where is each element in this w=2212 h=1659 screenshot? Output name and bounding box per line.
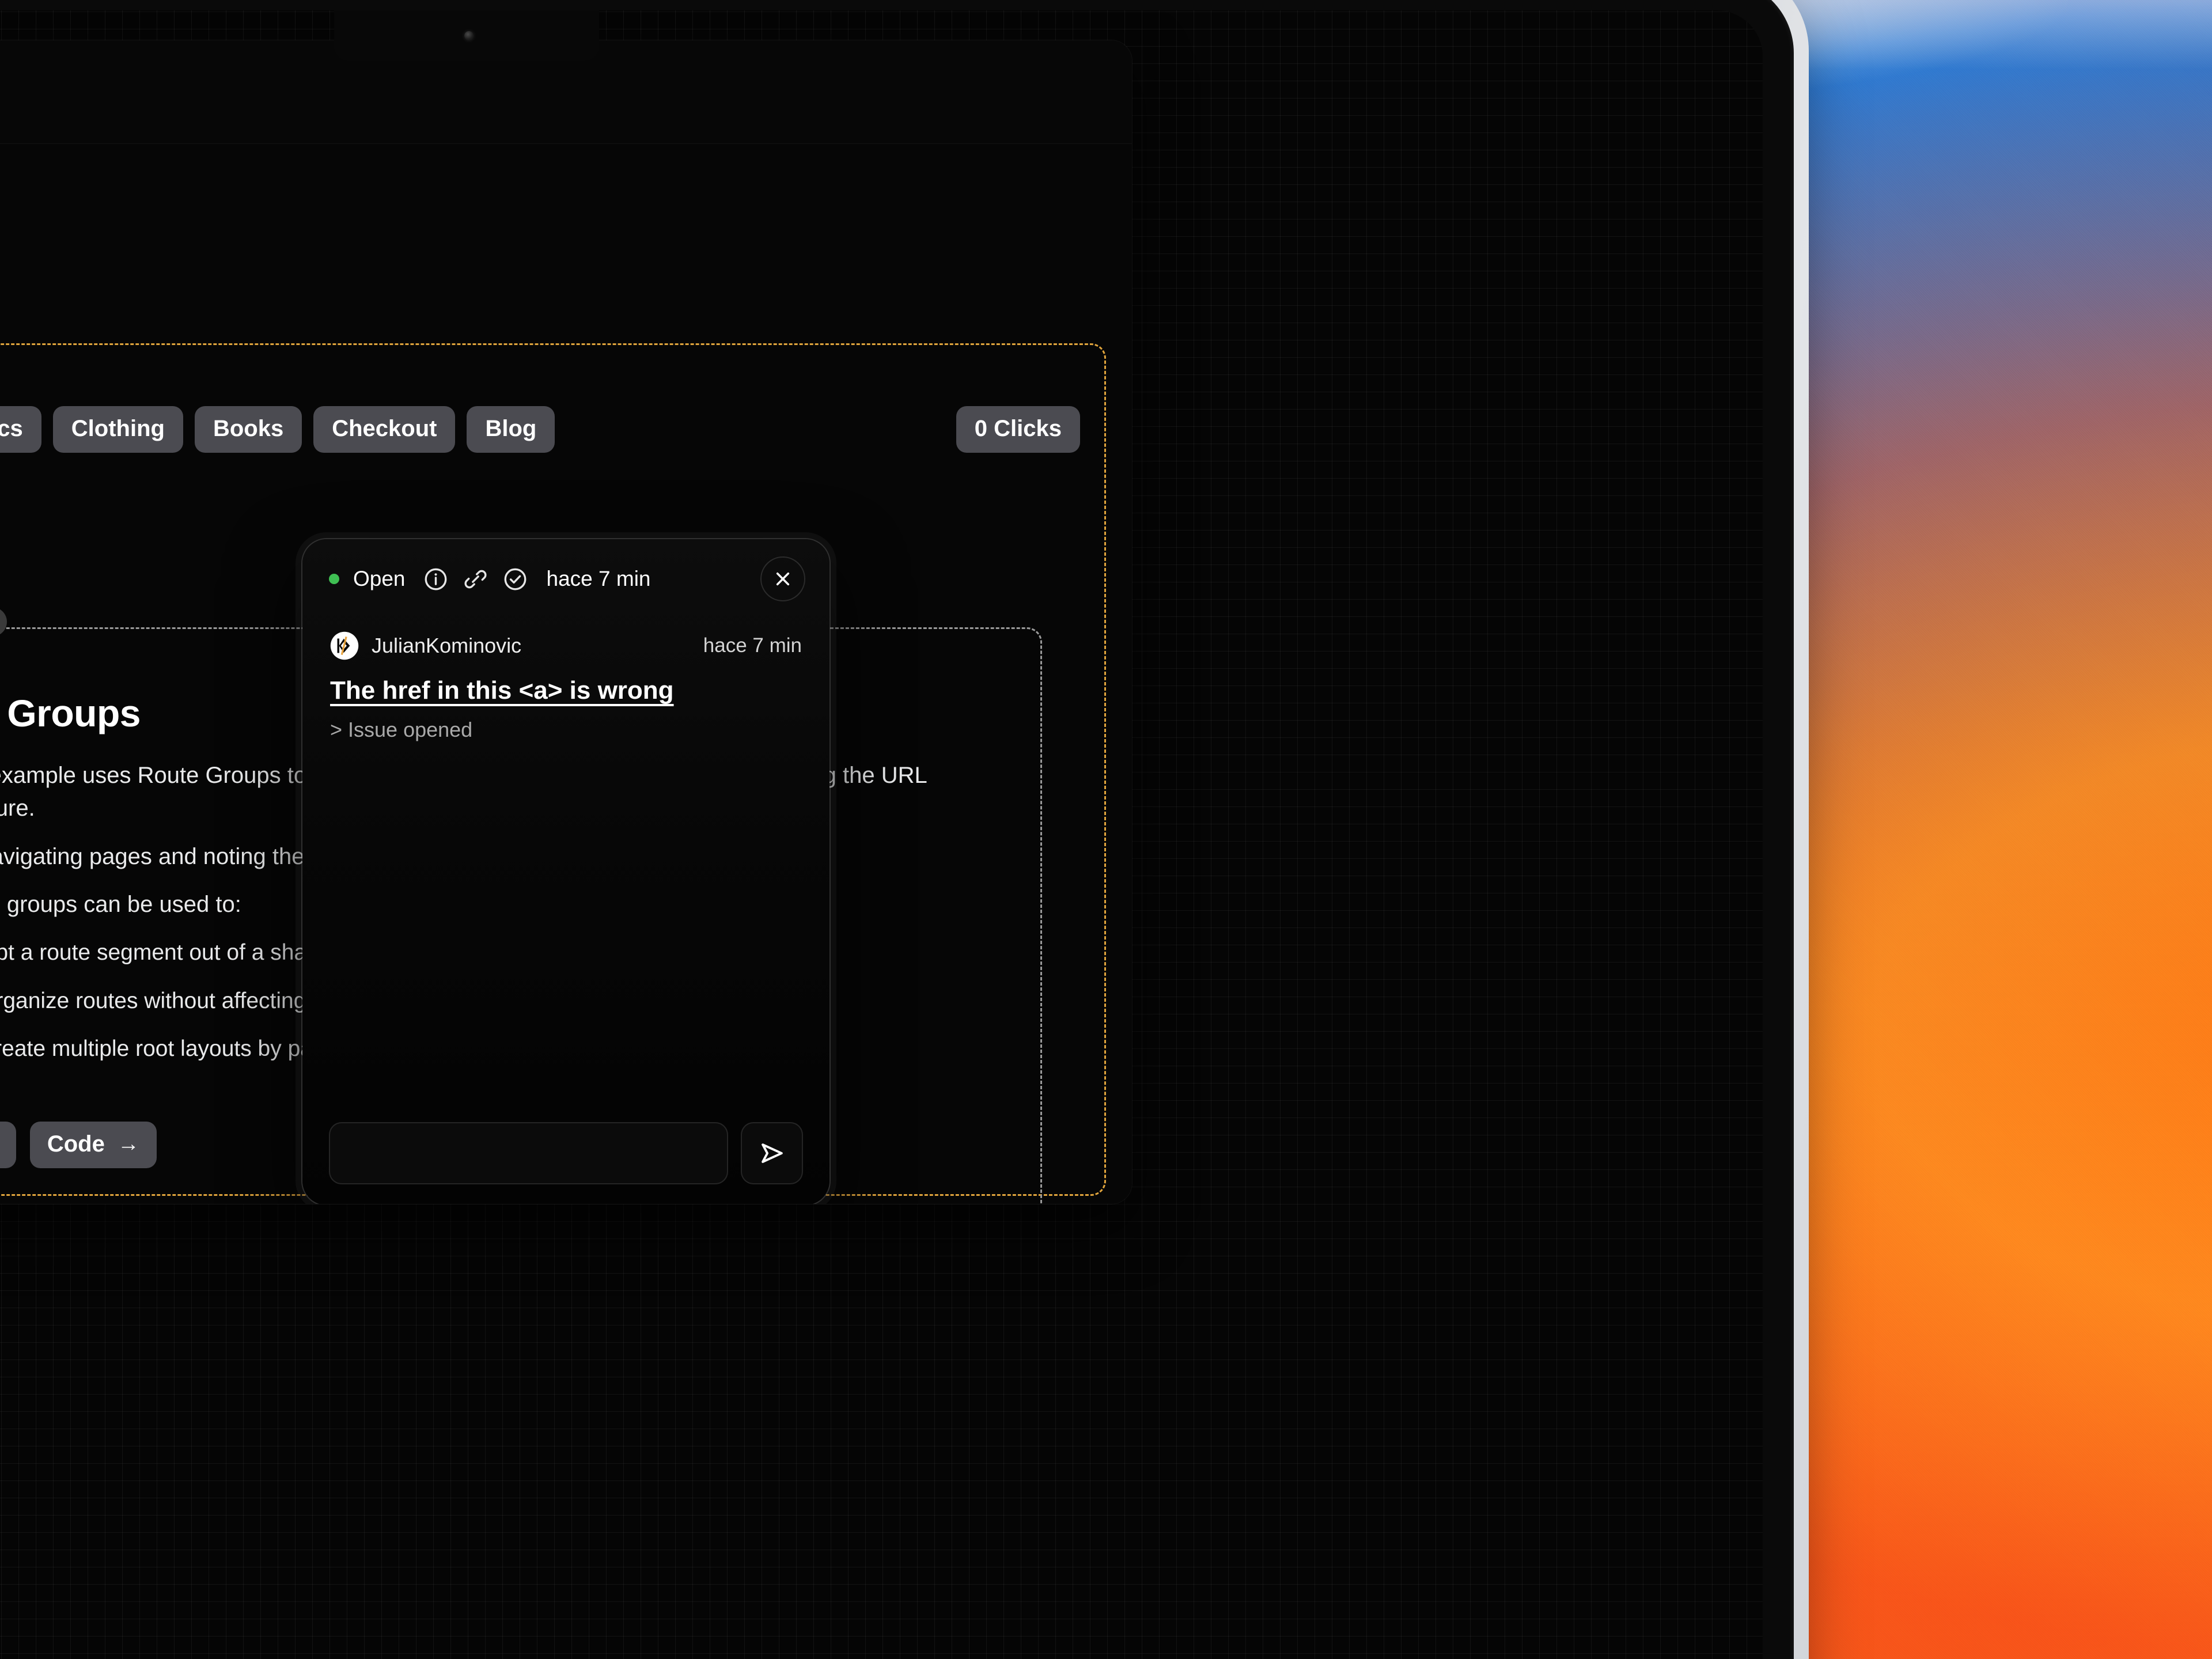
nav-item-books[interactable]: Books (194, 406, 302, 453)
browser-window: acme.com / MAIN LAYOUT Home Electronics … (0, 40, 1132, 1204)
close-icon (776, 572, 790, 586)
nav-item-clothing[interactable]: Clothing (52, 406, 183, 453)
primary-nav: Home Electronics Clothing Books Checkout… (0, 406, 1080, 453)
arrow-right-icon: → (117, 1132, 139, 1156)
status-dot-icon (329, 574, 339, 584)
comment-meta: > Issue opened (330, 718, 473, 741)
code-button-label: Code (47, 1131, 105, 1157)
comment-popup-header: Open hace 7 min (302, 539, 830, 619)
link-icon[interactable] (463, 566, 488, 592)
nav-item-checkout[interactable]: Checkout (313, 406, 456, 453)
comment-thread: JulianKominovic hace 7 min The href in t… (302, 631, 830, 742)
popup-timestamp: hace 7 min (546, 567, 651, 590)
comment-timestamp: hace 7 min (703, 634, 802, 657)
reply-input[interactable] (329, 1122, 728, 1184)
check-circle-icon[interactable] (502, 566, 528, 592)
code-button[interactable]: Code → (29, 1122, 157, 1168)
comment-title: The href in this <a> is wrong (330, 676, 674, 704)
camera-icon (464, 31, 474, 40)
status-badge: Open (353, 567, 406, 590)
children-badge: CHILDREN (0, 607, 7, 637)
screen-notch (334, 10, 599, 61)
info-circle-icon[interactable] (423, 566, 449, 592)
comment-author-name: JulianKominovic (372, 634, 522, 657)
nav-item-blog[interactable]: Blog (467, 406, 555, 453)
laptop-bezel: acme.com / MAIN LAYOUT Home Electronics … (0, 0, 1794, 1659)
page-title: Route Groups (0, 692, 141, 734)
comment-reply-bar (302, 1122, 830, 1184)
card-action-buttons: Docs → Code → (0, 1122, 157, 1168)
page-content: MAIN LAYOUT Home Electronics Clothing Bo… (0, 144, 1132, 1204)
laptop-device: acme.com / MAIN LAYOUT Home Electronics … (0, 0, 1809, 1659)
user-avatar-icon (330, 631, 359, 660)
clicks-counter-badge[interactable]: 0 Clicks (956, 406, 1080, 453)
laptop-screen: acme.com / MAIN LAYOUT Home Electronics … (0, 10, 1763, 1659)
send-icon (762, 1143, 783, 1163)
nav-item-electronics[interactable]: Electronics (0, 406, 41, 453)
send-button[interactable] (741, 1122, 803, 1184)
comment-author-row: JulianKominovic hace 7 min (330, 631, 802, 660)
docs-button[interactable]: Docs → (0, 1122, 16, 1168)
comment-popup: Open hace 7 min JulianKominovic hace 7 m… (302, 539, 830, 1204)
close-button[interactable] (760, 556, 805, 601)
